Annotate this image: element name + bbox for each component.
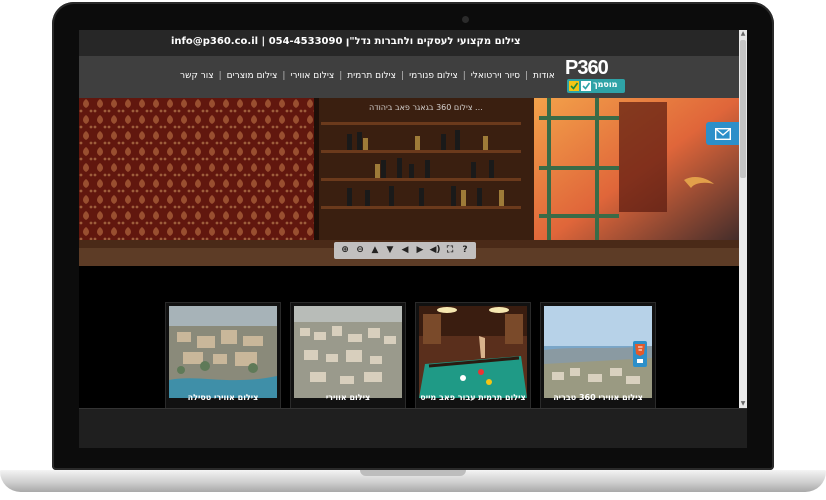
laptop-base [0, 470, 826, 492]
site-logo[interactable]: P360 מוסמך [565, 57, 625, 95]
mail-icon [714, 127, 731, 140]
zoom-in-icon[interactable]: ⊕ [339, 245, 351, 257]
main-navbar: P360 מוסמך אודות | סיור וירטואלי | צילום… [79, 56, 739, 98]
nav-item-aerial[interactable]: צילום אווירי [286, 71, 338, 81]
gallery-caption: צילום אווירי 360 טבריה [553, 393, 643, 402]
help-icon[interactable]: ? [459, 245, 471, 257]
html5-shield-icon [635, 344, 645, 363]
website: info@p360.co.il | 054-4533090 צילום מקצו… [79, 30, 739, 408]
nav-item-virtual-tour[interactable]: סיור וירטואלי [467, 71, 524, 81]
arrow-down-icon[interactable]: ▼ [384, 245, 396, 257]
gallery-caption: צילום אווירי טסילה [187, 393, 259, 402]
panorama-viewer[interactable]: צילום 360 בגאגר פאב ביהודה ... ⊕ ⊖ ▲ ▼ ◀… [79, 98, 739, 266]
nav-separator: | [401, 71, 405, 81]
gallery-card[interactable]: צילום אווירי [290, 302, 406, 408]
certified-badge: מוסמך [567, 79, 625, 93]
screen-bottom-bezel [79, 408, 747, 448]
gallery-caption: צילום אווירי [325, 393, 371, 402]
scrollbar-thumb[interactable] [740, 40, 746, 178]
nav-item-thermal[interactable]: צילום תרמית [343, 71, 400, 81]
sound-icon[interactable]: ◀) [429, 245, 441, 257]
aerial-town-thumbnail [294, 306, 402, 398]
html5-icon [633, 341, 647, 367]
gallery-card[interactable]: צילום אווירי טסילה [165, 302, 281, 408]
gallery: צילום אווירי טסילה צילום אווירי צילום תר… [79, 266, 739, 408]
nav-item-panoramic[interactable]: צילום פנורמי [405, 71, 462, 81]
zoom-out-icon[interactable]: ⊖ [354, 245, 366, 257]
nav-item-about[interactable]: אודות [529, 71, 559, 81]
contact-separator: | [261, 36, 266, 47]
camera-icon [462, 16, 469, 23]
check-shield-icon [569, 81, 591, 91]
contact-line: info@p360.co.il | 054-4533090 צילום מקצו… [171, 36, 651, 47]
gallery-caption: צילום תרמית עבור פאב מייס [420, 393, 526, 402]
nav-separator: | [218, 71, 222, 81]
nav-separator: | [525, 71, 529, 81]
nav-item-products[interactable]: צילום מוצרים [223, 71, 282, 81]
arrow-right-icon[interactable]: ▶ [414, 245, 426, 257]
panorama-image[interactable] [79, 98, 739, 266]
nav-separator: | [462, 71, 466, 81]
top-contact-bar: info@p360.co.il | 054-4533090 צילום מקצו… [79, 30, 739, 56]
logo-text: P360 [565, 57, 609, 79]
arrow-left-icon[interactable]: ◀ [399, 245, 411, 257]
aerial-city-thumbnail [169, 306, 277, 398]
page-scrollbar[interactable]: ▲ ▼ [739, 30, 747, 408]
fullscreen-icon[interactable]: ⛶ [444, 245, 456, 257]
arrow-up-icon[interactable]: ▲ [369, 245, 381, 257]
panorama-controls: ⊕ ⊖ ▲ ▼ ◀ ▶ ◀) ⛶ ? [334, 242, 476, 259]
scroll-up-icon[interactable]: ▲ [739, 30, 747, 38]
phone-number[interactable]: 054-4533090 [269, 36, 343, 47]
nav-separator: | [339, 71, 343, 81]
gallery-card[interactable]: צילום אווירי 360 טבריה [540, 302, 656, 408]
nav-menu: אודות | סיור וירטואלי | צילום פנורמי | צ… [176, 71, 559, 81]
contact-mail-button[interactable] [706, 122, 739, 145]
browser-screen: info@p360.co.il | 054-4533090 צילום מקצו… [79, 30, 747, 448]
gallery-card[interactable]: צילום תרמית עבור פאב מייס [415, 302, 531, 408]
panorama-title: צילום 360 בגאגר פאב ביהודה ... [369, 103, 483, 112]
laptop-notch [360, 470, 466, 476]
nav-separator: | [282, 71, 286, 81]
email-link[interactable]: info@p360.co.il [171, 36, 258, 47]
badge-label: מוסמך [593, 80, 618, 89]
tagline: צילום מקצועי לעסקים ולחברות נדל"ן [345, 36, 521, 47]
nav-item-contact[interactable]: צור קשר [176, 71, 218, 81]
scroll-down-icon[interactable]: ▼ [739, 400, 747, 408]
pub-pool-thumbnail [419, 306, 527, 398]
